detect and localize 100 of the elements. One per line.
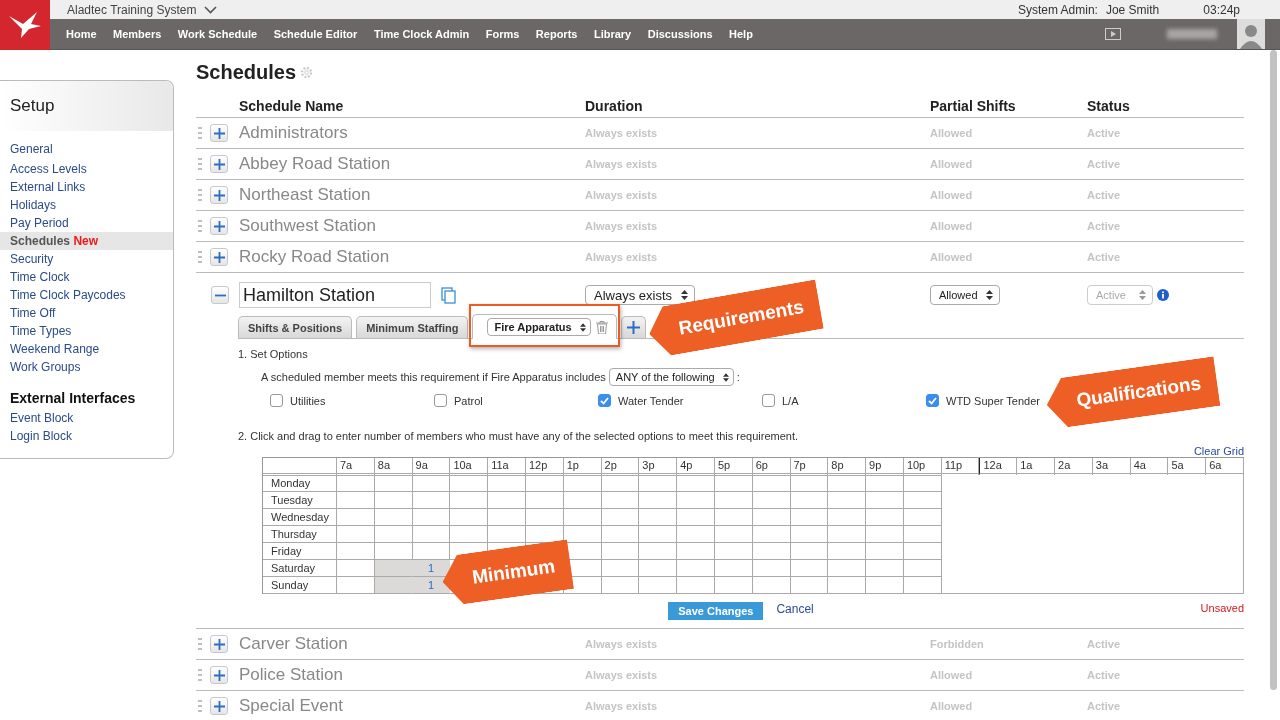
day-label: Sunday [263, 577, 337, 594]
sidebar-item[interactable]: Login Block [0, 427, 173, 445]
nav-link[interactable]: Members [113, 28, 162, 40]
step-heading: 1. Set Options [238, 348, 309, 360]
hour-label: 9a [412, 458, 451, 476]
partial-shifts-text: Allowed [930, 189, 974, 201]
status-text: Active [1087, 220, 1122, 232]
step-heading: 2. Click and drag to enter number of members who must have any of the selected options to meet this requirement. [238, 430, 800, 442]
hour-label: 1p [563, 458, 602, 476]
partial-shifts-text: Allowed [930, 127, 974, 139]
hour-label: 8a [374, 458, 413, 476]
cancel-link[interactable]: Cancel [776, 602, 814, 616]
clear-grid-link[interactable]: Clear Grid [1193, 445, 1244, 457]
column-header: Partial Shifts [930, 97, 1017, 114]
rule-text: A scheduled member meets this requirement if Fire Apparatus includes [261, 371, 606, 383]
nav-link[interactable]: Time Clock Admin [373, 28, 470, 40]
sidebar-item[interactable]: Time Types [0, 322, 173, 340]
clock-time: 03:24p [1203, 2, 1240, 17]
schedule-name[interactable]: Rocky Road Station [239, 247, 585, 267]
day-label: Saturday [263, 560, 337, 577]
sidebar-item[interactable]: Event Block [0, 409, 173, 427]
nav-link[interactable]: Library [593, 28, 632, 40]
day-label: Wednesday [263, 509, 337, 526]
tab[interactable]: Fire Apparatus [472, 314, 617, 339]
option-label[interactable]: WTD Super Tender [946, 394, 1040, 407]
schedule-name[interactable]: Northeast Station [239, 185, 585, 205]
duration-text: Always exists [585, 638, 659, 650]
status-text: Active [1087, 700, 1122, 712]
hour-label: 8p [828, 458, 867, 476]
schedule-name[interactable]: Abbey Road Station [239, 154, 585, 174]
status-text: Active [1087, 189, 1122, 201]
tab[interactable]: Minimum Staffing [356, 316, 469, 338]
schedule-name[interactable]: Carver Station [239, 634, 585, 654]
schedule-name[interactable]: Special Event [239, 696, 585, 716]
column-header: Status [1087, 97, 1131, 114]
hour-label: 12p [525, 458, 564, 476]
user-role: System Admin: [1017, 2, 1098, 17]
duration-text: Always exists [585, 158, 659, 170]
schedule-name[interactable]: Administrators [239, 123, 585, 143]
hour-label: 4p [677, 458, 715, 476]
sidebar-item[interactable]: Holidays [0, 196, 173, 214]
hour-label: 7p [790, 458, 829, 476]
column-header: Schedule Name [239, 97, 345, 114]
partial-shifts-text: Allowed [930, 220, 974, 232]
page-title: Schedules [196, 60, 297, 84]
sidebar-item[interactable]: General [0, 140, 173, 158]
sidebar-item[interactable]: Work Groups [0, 358, 173, 376]
partial-shifts-text: Allowed [930, 669, 974, 681]
column-header: Duration [585, 97, 644, 114]
status-text: Active [1087, 158, 1122, 170]
hour-label: 7a [337, 458, 375, 476]
rule-suffix: : [736, 371, 740, 383]
duration-select[interactable]: Always exists [585, 285, 695, 305]
hour-label: 5p [714, 458, 753, 476]
partial-shifts-text: Allowed [930, 158, 974, 170]
tab[interactable]: Shifts & Positions [238, 316, 353, 338]
hour-label: 11a [488, 458, 526, 476]
partial-shifts-text: Forbidden [930, 638, 985, 650]
hour-label: 6p [752, 458, 791, 476]
day-label: Monday [263, 475, 337, 492]
option-label[interactable]: L/A [782, 394, 799, 407]
nav-link[interactable]: Discussions [647, 28, 713, 40]
option-label[interactable]: Utilities [290, 394, 326, 407]
schedule-name[interactable]: Southwest Station [239, 216, 585, 236]
schedule-name-field[interactable]: Hamilton Station [239, 282, 431, 308]
option-label[interactable]: Water Tender [618, 394, 684, 407]
partial-shifts-select[interactable]: Allowed [930, 285, 1000, 305]
nav-link[interactable]: Help [729, 28, 753, 40]
hour-label: 10a [450, 458, 489, 476]
hour-label: 2p [601, 458, 640, 476]
nav-link[interactable]: Work Schedule [177, 28, 258, 40]
sidebar-item[interactable]: Pay Period [0, 214, 173, 232]
nav-link[interactable]: Forms [485, 28, 520, 40]
sidebar-item[interactable]: Weekend Range [0, 340, 173, 358]
nav-link[interactable]: Reports [535, 28, 578, 40]
duration-text: Always exists [585, 220, 659, 232]
hour-label: 9p [866, 458, 904, 476]
schedule-name[interactable]: Police Station [239, 665, 585, 685]
sidebar-item[interactable]: External Links [0, 178, 173, 196]
sidebar-item[interactable]: Time Clock [0, 268, 173, 286]
sidebar-item[interactable]: Access Levels [0, 160, 173, 178]
day-label: Friday [263, 543, 337, 560]
grid-cell[interactable]: 1 [412, 560, 451, 577]
sidebar-item[interactable]: Time Off [0, 304, 173, 322]
option-label[interactable]: Patrol [454, 394, 483, 407]
nav-link[interactable]: Home [66, 28, 97, 40]
requirement-select[interactable]: Fire Apparatus [487, 318, 591, 336]
unsaved-status: Unsaved [1200, 602, 1244, 614]
partial-shifts-text: Allowed [930, 700, 974, 712]
nav-link[interactable]: Schedule Editor [273, 28, 358, 40]
status-text: Active [1087, 638, 1122, 650]
sidebar-title: Setup [10, 96, 55, 116]
match-select[interactable]: ANY of the following [608, 368, 734, 386]
hour-label: 10p [903, 458, 942, 476]
sidebar-item[interactable]: Security [0, 250, 173, 268]
status-text: Active [1087, 669, 1122, 681]
sidebar-item[interactable]: Time Clock Paycodes [0, 286, 173, 304]
sidebar-item[interactable]: Schedules New [0, 232, 173, 250]
app-title[interactable]: Aladtec Training System [67, 2, 197, 17]
user-name[interactable]: Joe Smith [1105, 2, 1160, 17]
